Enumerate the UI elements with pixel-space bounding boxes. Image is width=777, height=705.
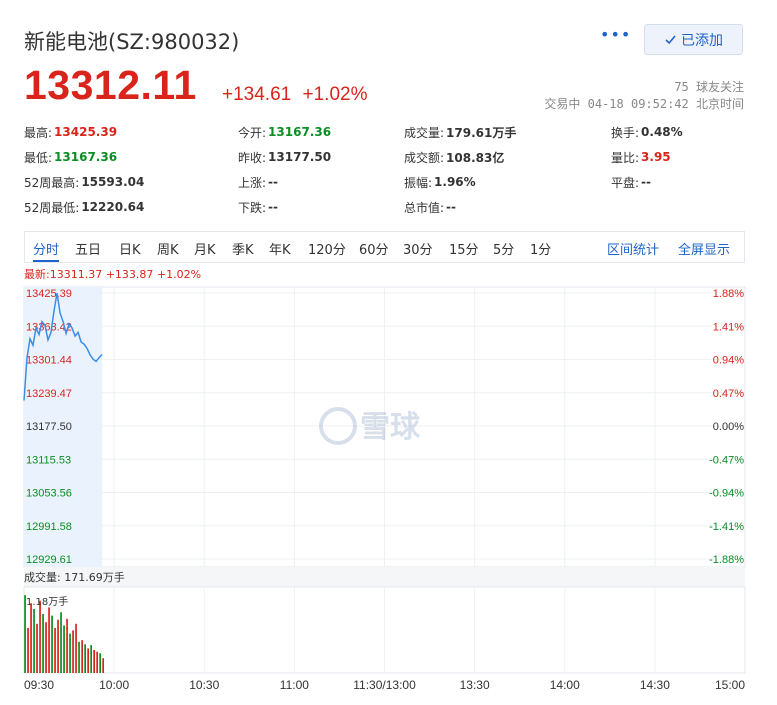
x-tick-label: 10:00 [99,678,130,692]
y-tick-right: 0.47% [713,388,744,400]
volume-bar [48,607,50,673]
volume-total-label: 成交量: 171.69万手 [24,571,125,584]
volume-bar [69,633,71,673]
volume-grid [23,586,746,674]
volume-bar [33,609,35,673]
y-tick-left: 12991.58 [26,521,72,533]
volume-max-label: 1.18万手 [26,597,69,608]
y-tick-left: 13301.44 [26,355,72,367]
volume-bar [81,640,83,673]
volume-bar [30,603,32,673]
y-tick-left: 12929.61 [26,554,72,566]
volume-bar [90,645,92,673]
y-tick-right: -0.47% [709,454,744,466]
y-tick-left: 13425.39 [26,288,72,300]
y-tick-right: 0.94% [713,355,744,367]
y-tick-right: -1.88% [709,554,744,566]
volume-bar [93,650,95,673]
y-axis-right: 1.88% 1.41% 0.94% 0.47% 0.00% -0.47% -0.94% -1.… [709,288,744,566]
y-tick-right: -0.94% [709,488,744,500]
watermark-text: 雪球 [360,410,421,445]
volume-bar [60,612,62,673]
y-tick-right: 1.88% [713,288,744,300]
volume-bar [63,625,65,673]
x-tick-label: 11:30/13:00 [353,678,416,692]
volume-bar [45,622,47,673]
volume-bar [57,619,59,673]
x-tick-label: 11:00 [279,678,309,692]
volume-bar [36,623,38,673]
x-tick-label: 09:30 [24,678,55,692]
volume-bar [51,615,53,673]
y-tick-left: 13177.50 [26,421,72,433]
volume-bar [96,651,98,673]
volume-bar [87,648,89,673]
volume-bar [75,623,77,673]
x-tick-label: 10:30 [189,678,220,692]
volume-bar [78,641,80,673]
y-tick-right: 0.00% [713,421,744,433]
xueqiu-watermark: 雪球 [319,407,421,445]
volume-bar [72,630,74,673]
y-tick-left: 13115.53 [26,454,71,466]
y-tick-left: 13239.47 [26,388,72,400]
intraday-chart[interactable]: 雪球 13425.3913363.4213301.4413239.4713177… [0,0,777,705]
volume-bar [84,644,86,673]
y-tick-right: -1.41% [709,521,744,533]
volume-bar [54,627,56,673]
y-tick-left: 13053.56 [26,488,72,500]
volume-bar [102,658,104,673]
volume-bar [99,653,101,673]
volume-bar [42,614,44,673]
x-tick-label: 14:00 [549,678,580,692]
y-tick-right: 1.41% [713,321,744,333]
x-tick-label: 13:30 [459,678,490,692]
volume-bar [66,618,68,673]
volume-bar [39,600,41,673]
volume-panel-bg [24,567,745,587]
x-tick-label: 15:00 [714,678,745,692]
x-tick-label: 14:30 [639,678,670,692]
volume-bar [27,627,29,673]
